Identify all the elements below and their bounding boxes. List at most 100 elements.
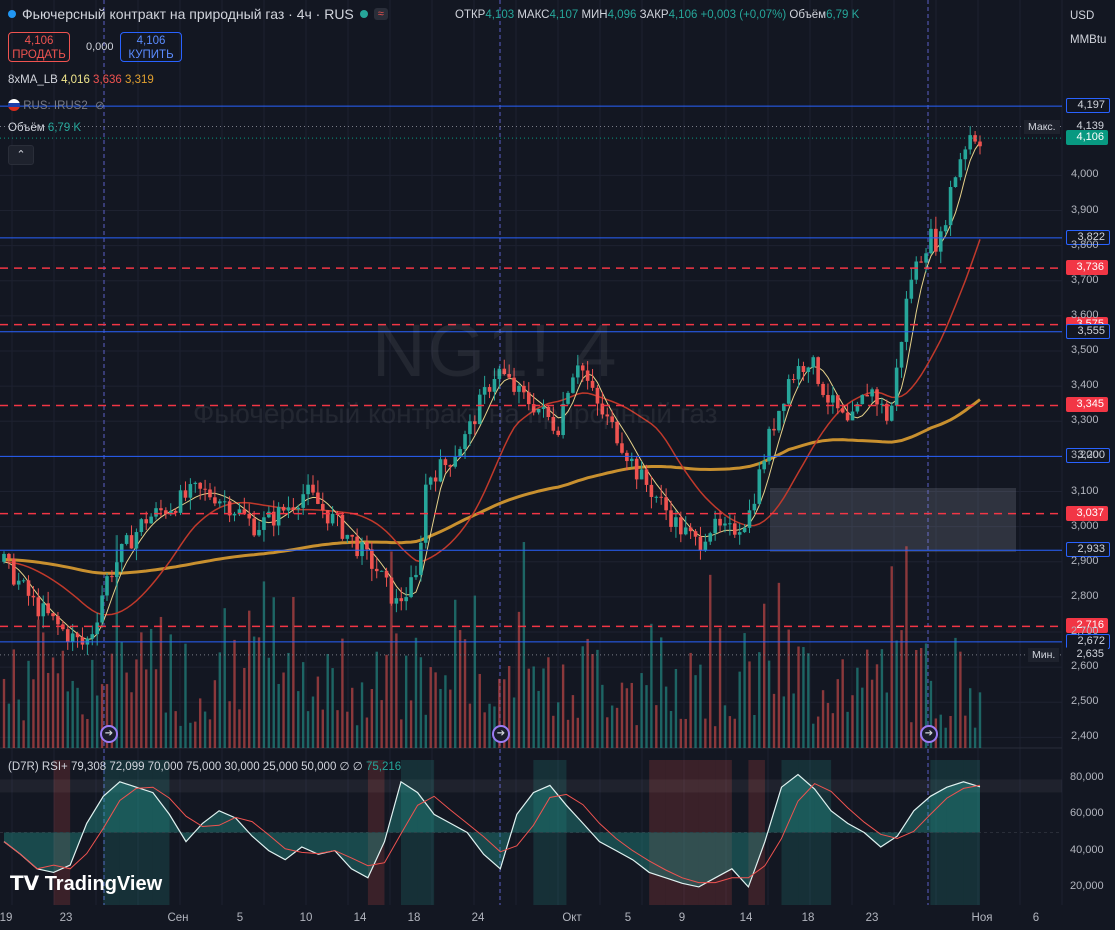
time-axis-label: 14 — [739, 912, 753, 924]
price-axis-label: 3,000 — [1071, 519, 1099, 532]
ohlc-key: МАКС — [517, 9, 550, 21]
volume-bar — [713, 726, 717, 748]
volume-bar — [758, 652, 761, 748]
currency-unit-selector[interactable]: USD MMBtu — [1066, 6, 1110, 54]
candle-body — [232, 513, 237, 516]
candle-body — [414, 574, 418, 578]
chart-header: Фьючерсный контракт на природный газ · 4… — [8, 6, 388, 22]
candle-body — [80, 637, 85, 645]
volume-legend[interactable]: Объём 6,79 K — [8, 122, 81, 134]
volume-bar — [71, 680, 74, 748]
volume-bar — [331, 668, 334, 748]
buy-button[interactable]: 4,106 КУПИТЬ — [120, 32, 182, 62]
candle-body — [448, 465, 453, 467]
compare-icon[interactable]: ≈ — [373, 8, 388, 20]
watermark-name: Фьючерсный контракт на природный газ — [193, 398, 718, 429]
unit-mmbtu[interactable]: MMBtu — [1066, 30, 1110, 54]
collapse-legend-icon[interactable]: ⌃ — [8, 145, 34, 165]
candle-body — [919, 261, 923, 263]
volume-bar — [91, 659, 94, 748]
time-axis-label: 18 — [407, 912, 421, 924]
symbol-title[interactable]: Фьючерсный контракт на природный газ · 4… — [22, 6, 354, 22]
candle-body — [914, 261, 919, 280]
time-axis-label: 6 — [1032, 912, 1040, 924]
eye-hidden-icon[interactable]: ⊘ — [95, 100, 105, 112]
volume-bar — [645, 685, 648, 748]
candle-body — [374, 568, 379, 572]
price-axis-label: 2,700 — [1071, 625, 1099, 638]
volume-bar — [32, 679, 35, 748]
candle-body — [144, 519, 149, 524]
volume-bar — [547, 657, 550, 748]
volume-bar — [414, 637, 418, 748]
candle-body — [203, 488, 207, 490]
price-level-tag[interactable]: 4,106 — [1066, 130, 1108, 146]
candle-body — [100, 595, 104, 623]
candle-body — [257, 529, 261, 536]
ohlc-key: МИН — [581, 9, 608, 21]
buy-price: 4,106 — [136, 35, 166, 47]
candle-body — [875, 389, 879, 405]
volume-bar — [885, 692, 889, 748]
volume-bar — [272, 597, 275, 748]
volume-bar — [846, 711, 849, 748]
volume-bar — [620, 682, 624, 748]
rsi-legend[interactable]: (D7R) RSI+ 79,308 72,099 70,000 75,000 3… — [8, 759, 401, 773]
candle-body — [198, 482, 202, 489]
ohlc-values: ОТКР4,103 МАКС4,107 МИН4,096 ЗАКР4,106 +… — [455, 9, 859, 21]
candle-body — [791, 379, 796, 381]
candle-body — [840, 408, 845, 413]
candle-body — [438, 459, 443, 482]
volume-bar — [576, 717, 580, 748]
currency-usd[interactable]: USD — [1066, 6, 1110, 30]
candle-body — [428, 477, 433, 485]
candle-body — [2, 553, 6, 562]
price-level-tag[interactable]: 4,197 — [1066, 98, 1110, 114]
volume-bar — [561, 664, 565, 748]
candle-body — [938, 231, 943, 252]
volume-bar — [978, 692, 982, 748]
volume-bar — [865, 649, 869, 748]
volume-bar — [792, 693, 795, 748]
candle-body — [296, 507, 301, 510]
candle-body — [355, 536, 359, 557]
candle-body — [129, 535, 134, 549]
volume-bar — [772, 693, 776, 748]
candle-body — [31, 595, 36, 598]
sell-button[interactable]: 4,106 ПРОДАТЬ — [8, 32, 70, 62]
time-axis-label: 18 — [801, 912, 815, 924]
price-level-tag[interactable]: 3,037 — [1066, 505, 1108, 521]
event-marker-icon[interactable]: ➔ — [100, 725, 118, 743]
volume-bar — [454, 599, 457, 748]
ma-indicator-legend[interactable]: 8xMA_LB 4,016 3,636 3,319 — [8, 74, 154, 86]
volume-bar — [203, 711, 207, 748]
rsi-axis-label: 60,000 — [1070, 807, 1104, 820]
candle-body — [777, 410, 781, 431]
ma-value-3: 3,319 — [125, 74, 154, 86]
symbol-legend[interactable]: RUS: IRUS2 ⊘ — [8, 98, 105, 112]
candle-body — [669, 510, 673, 527]
event-marker-icon[interactable]: ➔ — [492, 725, 510, 743]
volume-bar — [831, 713, 835, 748]
volume-bar — [86, 718, 89, 748]
event-marker-icon[interactable]: ➔ — [920, 725, 938, 743]
candle-body — [708, 533, 713, 542]
volume-bar — [282, 672, 285, 748]
candle-body — [634, 458, 639, 480]
ohlc-value: 4,103 — [485, 9, 518, 21]
volume-bar — [311, 696, 315, 748]
time-axis-label: 19 — [0, 912, 13, 924]
candle-body — [267, 511, 271, 518]
volume-bar — [194, 721, 197, 748]
candle-body — [139, 519, 144, 533]
price-chart[interactable] — [0, 0, 1115, 930]
volume-bar — [478, 673, 481, 748]
volume-bar — [277, 683, 280, 748]
volume-bar — [238, 709, 241, 748]
symbol-line: RUS: IRUS2 — [23, 100, 88, 112]
volume-bar — [17, 699, 20, 748]
volume-bar — [179, 725, 182, 748]
price-level-tag[interactable]: 3,555 — [1066, 323, 1110, 339]
price-level-tag[interactable]: 3,345 — [1066, 397, 1108, 413]
price-axis-label: 2,400 — [1071, 730, 1099, 743]
